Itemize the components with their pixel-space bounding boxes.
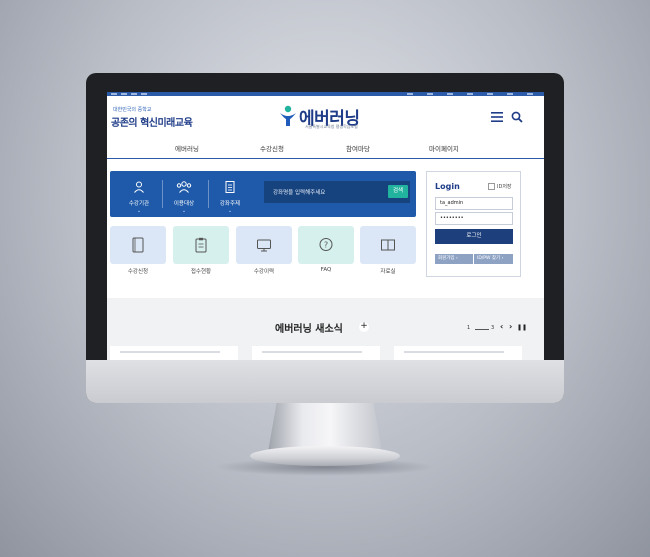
news-card[interactable]	[110, 346, 238, 360]
login-box: Login ID저장 ta_admin •••••••• 로그인 회원가입 › …	[426, 171, 521, 277]
document-icon	[225, 181, 235, 193]
pager-progress-line	[475, 329, 489, 330]
next-arrow-icon[interactable]: ›	[509, 322, 512, 331]
category-label: 강좌주제	[219, 201, 241, 207]
news-more-button[interactable]: +	[359, 322, 369, 332]
slogan-small: 대한민국의 중학교	[113, 107, 152, 113]
prev-arrow-icon[interactable]: ‹	[500, 322, 503, 331]
username-field[interactable]: ta_admin	[435, 197, 513, 210]
quick-link-label: 수강신청	[127, 269, 149, 275]
nav-item-course-apply[interactable]: 수강신청	[260, 143, 284, 153]
pause-icon[interactable]: ❚❚	[517, 324, 527, 331]
login-title: Login	[435, 182, 460, 191]
quick-link-label: 수강이력	[253, 269, 275, 275]
monitor-stand-base	[250, 446, 400, 466]
chevron-down-icon: ⌄	[227, 208, 233, 214]
news-card[interactable]	[394, 346, 522, 360]
top-utility-bar	[107, 92, 544, 96]
nav-divider	[107, 158, 544, 159]
search-button[interactable]: 검색	[388, 185, 408, 198]
search-placeholder: 강좌명을 입력해주세요	[273, 190, 326, 196]
group-icon	[176, 181, 192, 193]
quick-link-label: FAQ	[320, 267, 332, 273]
hamburger-menu-icon[interactable]	[491, 112, 503, 122]
quick-link-course-history[interactable]	[236, 226, 292, 264]
quick-link-application-status[interactable]	[173, 226, 229, 264]
nav-item-mypage[interactable]: 마이페이지	[429, 143, 459, 153]
clipboard-icon	[195, 237, 207, 253]
course-search-input[interactable]: 강좌명을 입력해주세요 검색	[264, 181, 410, 203]
login-button[interactable]: 로그인	[435, 229, 513, 244]
divider	[208, 180, 209, 208]
slogan-logo[interactable]: 공존의 혁신미래교육	[111, 114, 193, 129]
site-logo-subtitle: 서울특별시교육청 평생학습포털	[305, 124, 358, 129]
everlearning-logo-icon[interactable]	[278, 105, 298, 127]
news-title: 에버러닝 새소식	[275, 324, 343, 335]
quick-link-faq[interactable]: ?	[298, 226, 354, 264]
question-chat-icon: ?	[319, 238, 333, 251]
chevron-down-icon: ⌄	[181, 208, 187, 214]
person-icon	[134, 181, 144, 193]
main-nav: 에버러닝 수강신청 참여마당 마이페이지	[107, 140, 544, 159]
quick-link-label: 자료실	[380, 269, 396, 275]
website-screen: 대한민국의 중학교 공존의 혁신미래교육 에버러닝 서울특별시교육청 평생학습포…	[107, 92, 544, 360]
pager-current: 1	[467, 325, 471, 331]
join-button[interactable]: 회원가입 ›	[435, 254, 473, 264]
book-icon	[132, 237, 144, 253]
open-book-icon	[381, 239, 395, 251]
nav-item-everlearning[interactable]: 에버러닝	[175, 143, 199, 153]
pager-total: 3	[491, 325, 495, 331]
course-search-panel: 수강기관 ⌄ 이용대상 ⌄ 강좌주제 ⌄ 강좌명을 입력해주세요 검색	[110, 171, 416, 217]
monitor-icon	[257, 239, 271, 252]
monitor-stand-neck	[268, 400, 382, 452]
nav-item-participation[interactable]: 참여마당	[346, 143, 370, 153]
id-save-label: ID저장	[497, 184, 512, 190]
id-save-checkbox[interactable]: ID저장	[488, 183, 512, 190]
category-institution[interactable]: 수강기관 ⌄	[119, 178, 159, 214]
quick-link-course-apply[interactable]	[110, 226, 166, 264]
divider	[162, 180, 163, 208]
category-label: 수강기관	[128, 201, 150, 207]
monitor-chin	[86, 360, 564, 403]
quick-link-label: 접수현황	[190, 269, 212, 275]
svg-text:?: ?	[324, 241, 328, 250]
category-topic[interactable]: 강좌주제 ⌄	[210, 178, 250, 214]
find-id-pw-button[interactable]: ID/PW 찾기 ›	[474, 254, 513, 264]
password-field[interactable]: ••••••••	[435, 212, 513, 225]
news-card[interactable]	[252, 346, 380, 360]
category-label: 이용대상	[173, 201, 195, 207]
category-target[interactable]: 이용대상 ⌄	[164, 178, 204, 214]
search-icon[interactable]	[511, 111, 523, 123]
chevron-down-icon: ⌄	[136, 208, 142, 214]
quick-link-archive[interactable]	[360, 226, 416, 264]
